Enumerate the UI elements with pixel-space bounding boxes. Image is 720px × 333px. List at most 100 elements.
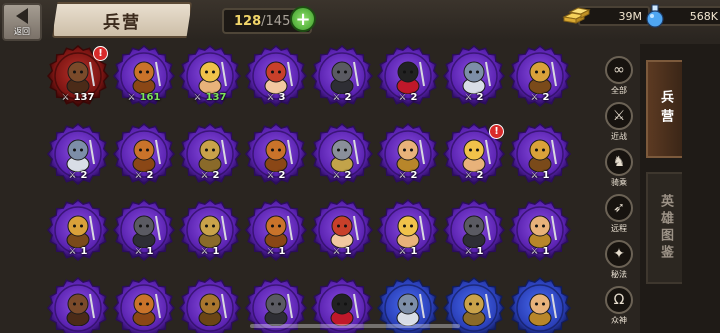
sword-icon: ⚔ xyxy=(134,247,143,257)
sword-icon: ⚔ xyxy=(398,93,407,103)
unit-count-label: ⚔ 2 xyxy=(178,170,242,181)
king-unit-portrait-icon xyxy=(396,215,425,248)
unit-card[interactable]: ⚔ 161 xyxy=(112,44,176,108)
lion-unit-portrait-icon xyxy=(198,293,227,326)
omega-icon: Ω xyxy=(605,286,633,314)
unit-card[interactable]: ⚔ 1 xyxy=(112,198,176,262)
unit-card[interactable]: ⚔ 1 xyxy=(508,122,572,186)
unit-count-value: 1 xyxy=(278,246,286,257)
unit-count-label: ⚔ 1 xyxy=(508,170,572,181)
unit-count-value: 2 xyxy=(344,92,352,103)
sword-icon: ⚔ xyxy=(605,102,633,130)
unit-count-label: ⚔ 3 xyxy=(244,92,308,103)
home-indicator xyxy=(250,324,460,328)
knight-unit-portrait-icon xyxy=(198,215,227,248)
shield-unit-portrait-icon xyxy=(330,139,359,172)
monkey-unit-portrait-icon xyxy=(132,61,161,94)
unit-count-value: 137 xyxy=(73,92,95,103)
unit-count-label: ⚔ 2 xyxy=(442,92,506,103)
unit-card[interactable]: ⚔ 2 xyxy=(376,122,440,186)
alert-icon: ! xyxy=(93,46,108,61)
unit-card[interactable] xyxy=(508,276,572,333)
unit-card[interactable] xyxy=(112,276,176,333)
unit-card[interactable]: ⚔ 2 xyxy=(442,44,506,108)
sword-icon: ⚔ xyxy=(332,247,341,257)
sword-icon: ⚔ xyxy=(530,247,539,257)
unit-count-label: ⚔ 2 xyxy=(310,92,374,103)
unit-card[interactable]: ⚔ 2 xyxy=(178,122,242,186)
unit-count-label: ⚔ 2 xyxy=(376,92,440,103)
gold-resource[interactable]: 39M xyxy=(562,4,650,28)
filter-magic[interactable]: ✦ 秘法 xyxy=(600,240,638,284)
unit-count: 128 xyxy=(234,13,262,29)
unit-count-label: ⚔ 161 xyxy=(112,92,176,103)
unit-card[interactable]: ⚔ 2 xyxy=(310,122,374,186)
horse-icon: ♞ xyxy=(605,148,633,176)
magic-icon: ✦ xyxy=(605,240,633,268)
filter-omega[interactable]: Ω 众神 xyxy=(600,286,638,330)
bow-icon: ➶ xyxy=(605,194,633,222)
warrior-unit-portrait-icon xyxy=(528,293,557,326)
infinity-icon: ∞ xyxy=(605,56,633,84)
back-arrow-icon xyxy=(16,7,28,24)
unit-card[interactable]: ⚔ 1 xyxy=(310,198,374,262)
wolf-unit-portrait-icon xyxy=(66,139,95,172)
tab-hero-codex[interactable]: 英雄图鉴 xyxy=(646,172,682,284)
helmet-dark-unit-portrait-icon xyxy=(264,293,293,326)
knight-unit-portrait-icon xyxy=(462,293,491,326)
filter-bow[interactable]: ➶ 远程 xyxy=(600,194,638,238)
sword-icon: ⚔ xyxy=(127,93,136,103)
unit-card[interactable]: ⚔ 2 xyxy=(112,122,176,186)
unit-card[interactable]: ⚔ 2 xyxy=(376,44,440,108)
unit-count-value: 1 xyxy=(212,246,220,257)
unit-count-label: ⚔ 1 xyxy=(46,246,110,257)
unit-card[interactable]: ⚔ 1 xyxy=(508,198,572,262)
unit-card[interactable]: ⚔ 2 xyxy=(310,44,374,108)
unit-count-label: ⚔ 2 xyxy=(112,170,176,181)
unit-card[interactable]: ⚔ 3 xyxy=(244,44,308,108)
unit-card[interactable]: ⚔ 2 xyxy=(508,44,572,108)
king-unit-portrait-icon xyxy=(198,61,227,94)
unit-card[interactable]: ⚔ 1 xyxy=(244,198,308,262)
add-capacity-button[interactable]: + xyxy=(290,6,316,32)
warrior-unit-portrait-icon xyxy=(528,215,557,248)
unit-card[interactable] xyxy=(178,276,242,333)
potion-resource[interactable]: 568K xyxy=(644,4,720,28)
ninja-unit-portrait-icon xyxy=(330,293,359,326)
unit-count-label: ⚔ 137 xyxy=(46,92,110,103)
sword-icon: ⚔ xyxy=(61,93,70,103)
unit-card[interactable]: ⚔ 1 xyxy=(46,198,110,262)
unit-card[interactable]: ⚔ 2 xyxy=(46,122,110,186)
unit-card[interactable]: ⚔ 1 xyxy=(178,198,242,262)
back-button[interactable]: 返回 xyxy=(2,3,42,41)
sword-icon: ⚔ xyxy=(464,171,473,181)
sword-icon: ⚔ xyxy=(68,171,77,181)
filter-label: 骑乘 xyxy=(611,178,627,187)
sword-icon: ⚔ xyxy=(134,171,143,181)
filter-horse[interactable]: ♞ 骑乘 xyxy=(600,148,638,192)
page-title-plate: 兵营 xyxy=(52,2,192,38)
unit-card[interactable]: ⚔ 1 xyxy=(442,198,506,262)
sword-icon: ⚔ xyxy=(200,171,209,181)
filter-infinity[interactable]: ∞ 全部 xyxy=(600,56,638,100)
unit-card[interactable]: ⚔ 1 xyxy=(376,198,440,262)
monkey-unit-portrait-icon xyxy=(132,293,161,326)
unit-count-label: ⚔ 2 xyxy=(376,170,440,181)
unit-card[interactable]: ⚔ 137! xyxy=(46,44,110,108)
sword-icon: ⚔ xyxy=(464,247,473,257)
unit-count-label: ⚔ 2 xyxy=(244,170,308,181)
unit-count-value: 1 xyxy=(80,246,88,257)
unit-card[interactable] xyxy=(46,276,110,333)
unit-capacity: 145 xyxy=(265,13,291,29)
filter-sword[interactable]: ⚔ 近战 xyxy=(600,102,638,146)
unit-count-value: 1 xyxy=(542,246,550,257)
unit-card[interactable]: ⚔ 2! xyxy=(442,122,506,186)
unit-count-label: ⚔ 1 xyxy=(112,246,176,257)
unit-count-value: 2 xyxy=(476,170,484,181)
wolf-unit-portrait-icon xyxy=(462,61,491,94)
unit-card[interactable]: ⚔ 137 xyxy=(178,44,242,108)
unit-card[interactable]: ⚔ 2 xyxy=(244,122,308,186)
unit-count-label: ⚔ 1 xyxy=(244,246,308,257)
king-unit-portrait-icon xyxy=(462,139,491,172)
tab-barracks[interactable]: 兵营 xyxy=(646,60,682,158)
